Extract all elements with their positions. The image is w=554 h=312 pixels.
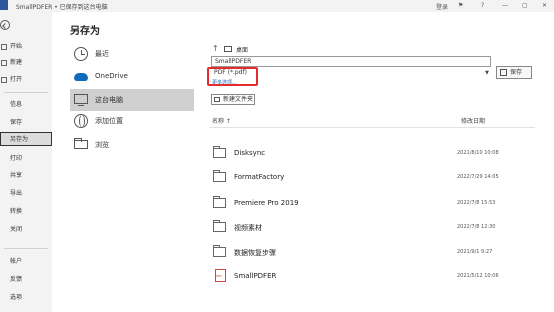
chevron-down-icon[interactable]: ▼ <box>485 69 489 77</box>
up-arrow-icon[interactable]: ↑ <box>212 44 219 53</box>
location-recent[interactable]: 最近 <box>70 43 194 65</box>
sidebar-item-open[interactable]: 打开 <box>0 73 52 87</box>
help-button[interactable]: ? <box>481 2 484 9</box>
folder-icon <box>213 170 226 182</box>
pdf-file-icon <box>215 269 226 282</box>
column-header-date[interactable]: 修改日期 <box>461 116 485 125</box>
sidebar-item-save-as[interactable]: 另存为 <box>0 132 52 146</box>
filename-input[interactable]: SmallPDFER <box>211 56 491 67</box>
open-icon <box>1 77 7 83</box>
new-icon <box>1 60 7 66</box>
folder-icon <box>213 146 226 158</box>
sign-in-link[interactable]: 登录 <box>436 2 448 11</box>
cloud-icon <box>74 73 88 81</box>
globe-icon <box>74 114 88 128</box>
sidebar-divider <box>4 92 48 93</box>
location-browse[interactable]: 浏览 <box>70 134 194 156</box>
sidebar-item-save[interactable]: 保存 <box>0 116 52 130</box>
folder-icon <box>213 196 226 208</box>
list-divider <box>209 127 535 128</box>
column-header-name[interactable]: 名称 ↑ <box>212 116 231 125</box>
folder-icon <box>213 220 226 232</box>
folder-icon <box>224 46 232 52</box>
location-onedrive[interactable]: OneDrive <box>70 66 194 88</box>
location-this-pc[interactable]: 这台电脑 <box>70 89 194 111</box>
sidebar-divider <box>4 248 48 249</box>
sidebar-item-share[interactable]: 共享 <box>0 169 52 183</box>
app-logo-icon <box>0 0 8 10</box>
clock-icon <box>74 47 88 61</box>
location-add-place[interactable]: 添加位置 <box>70 110 194 132</box>
sidebar-item-feedback[interactable]: 反馈 <box>0 273 52 287</box>
feedback-icon[interactable]: ⚑ <box>458 2 463 9</box>
list-item[interactable]: 视频素材 2022/7/8 12:30 <box>209 218 535 236</box>
list-item[interactable]: 数据恢复步骤 2021/9/1 9:27 <box>209 243 535 261</box>
home-icon <box>1 44 7 50</box>
back-arrow-icon[interactable] <box>0 20 10 30</box>
list-item[interactable]: Disksync 2021/8/10 10:08 <box>209 144 535 162</box>
window-title: SmallPDFER • 已保存到这台电脑 <box>16 4 108 11</box>
close-button[interactable]: ✕ <box>542 2 547 9</box>
sidebar-item-home[interactable]: 开始 <box>0 40 52 54</box>
sidebar-item-print[interactable]: 打印 <box>0 152 52 166</box>
sidebar-item-convert[interactable]: 转换 <box>0 205 52 219</box>
new-folder-button[interactable]: 新建文件夹 <box>211 94 255 105</box>
title-bar: SmallPDFER • 已保存到这台电脑 登录 ⚑ ? — ▢ ✕ <box>0 0 554 12</box>
folder-icon <box>74 138 88 149</box>
list-item[interactable]: FormatFactory 2022/7/29 14:05 <box>209 168 535 186</box>
folder-icon <box>213 245 226 257</box>
sidebar-item-options[interactable]: 选项 <box>0 291 52 305</box>
breadcrumb[interactable]: 桌面 <box>236 45 248 54</box>
minimize-button[interactable]: — <box>502 2 508 9</box>
backstage-sidebar: 开始 新建 打开 信息 保存 另存为 打印 共享 导出 转换 关闭 帐户 反馈 … <box>0 12 52 312</box>
sidebar-item-export[interactable]: 导出 <box>0 187 52 201</box>
maximize-button[interactable]: ▢ <box>522 2 528 9</box>
new-folder-icon <box>214 97 220 102</box>
save-button[interactable]: 保存 <box>496 66 532 79</box>
page-title: 另存为 <box>70 26 100 37</box>
highlight-box <box>207 67 258 86</box>
sidebar-item-account[interactable]: 帐户 <box>0 255 52 269</box>
list-item[interactable]: Premiere Pro 2019 2022/7/8 15:53 <box>209 194 535 212</box>
sidebar-item-new[interactable]: 新建 <box>0 56 52 70</box>
sidebar-item-info[interactable]: 信息 <box>0 98 52 112</box>
save-icon <box>500 69 507 76</box>
list-item[interactable]: SmallPDFER 2021/5/12 10:06 <box>209 267 535 285</box>
pc-icon <box>74 94 88 106</box>
sidebar-item-close[interactable]: 关闭 <box>0 223 52 237</box>
